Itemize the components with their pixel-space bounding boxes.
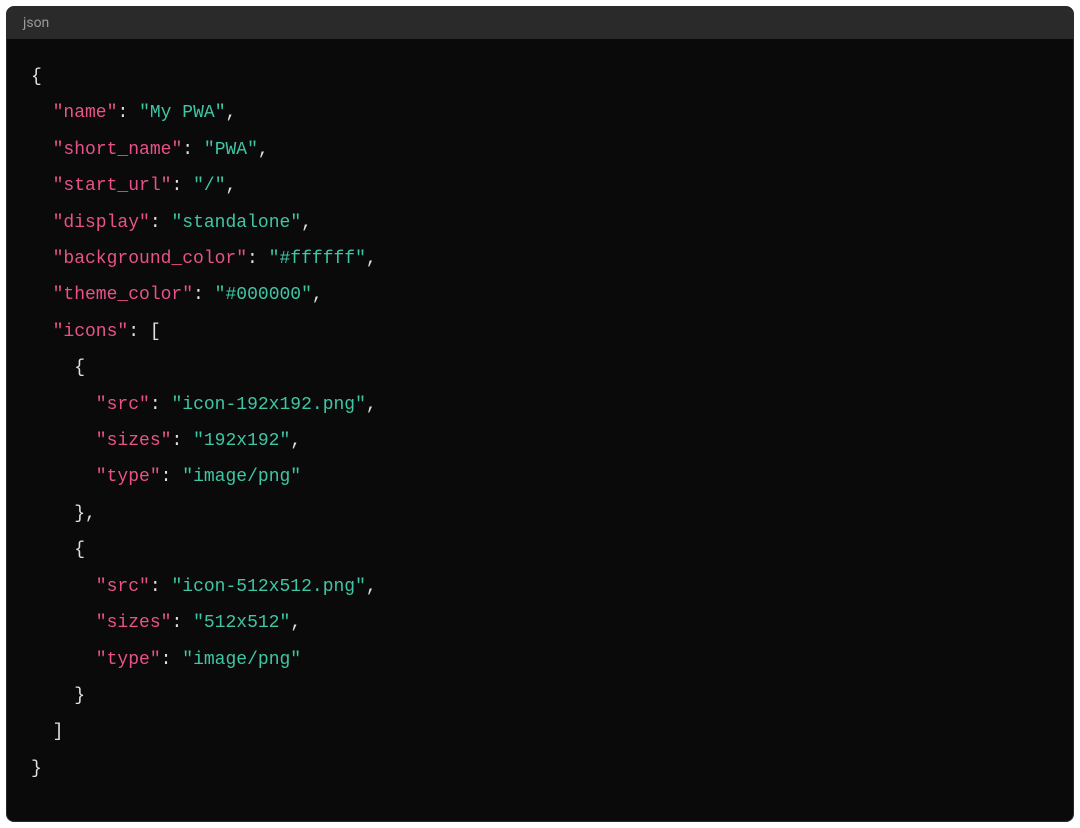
- json-string: "#ffffff": [269, 249, 366, 269]
- json-string: "icon-512x512.png": [171, 577, 365, 597]
- json-key: "sizes": [96, 431, 172, 451]
- json-key: "short_name": [53, 140, 183, 160]
- json-key: "src": [96, 395, 150, 415]
- json-key: "display": [53, 213, 150, 233]
- language-label: json: [23, 15, 49, 31]
- json-string: "512x512": [193, 613, 290, 633]
- json-key: "background_color": [53, 249, 247, 269]
- brace-open: {: [31, 67, 42, 87]
- json-key: "icons": [53, 322, 129, 342]
- json-string: "/": [193, 176, 225, 196]
- json-string: "standalone": [171, 213, 301, 233]
- json-string: "192x192": [193, 431, 290, 451]
- json-key: "type": [96, 650, 161, 670]
- code-body[interactable]: { "name": "My PWA", "short_name": "PWA",…: [7, 39, 1073, 807]
- json-string: "image/png": [182, 650, 301, 670]
- json-string: "PWA": [204, 140, 258, 160]
- json-string: "image/png": [182, 467, 301, 487]
- json-key: "start_url": [53, 176, 172, 196]
- code-header: json: [7, 7, 1073, 39]
- json-key: "name": [53, 103, 118, 123]
- json-key: "type": [96, 467, 161, 487]
- brace-close: }: [31, 759, 42, 779]
- json-string: "icon-192x192.png": [171, 395, 365, 415]
- code-content: { "name": "My PWA", "short_name": "PWA",…: [31, 59, 1049, 787]
- json-key: "theme_color": [53, 285, 193, 305]
- json-string: "#000000": [215, 285, 312, 305]
- json-key: "src": [96, 577, 150, 597]
- json-key: "sizes": [96, 613, 172, 633]
- code-block: json { "name": "My PWA", "short_name": "…: [6, 6, 1074, 822]
- json-string: "My PWA": [139, 103, 225, 123]
